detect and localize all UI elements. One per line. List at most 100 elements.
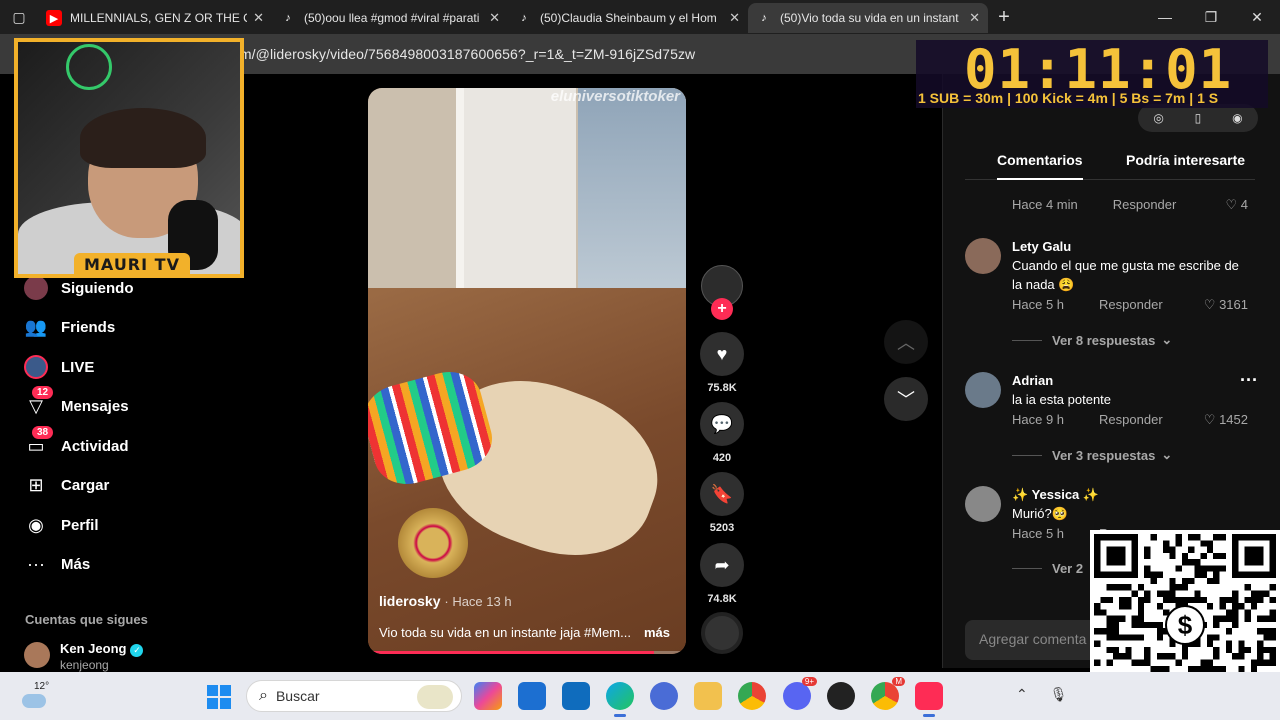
tab-actions-icon[interactable]: ▢ — [0, 0, 38, 34]
view-replies[interactable]: Ver 3 respuestas ⌄ — [1012, 447, 1172, 463]
avatar[interactable] — [965, 238, 1001, 274]
close-tab-icon[interactable]: ✕ — [253, 10, 264, 26]
video-player[interactable]: eluniversotiktoker liderosky · Hace 13 h… — [368, 88, 686, 654]
tiktok-icon: ♪ — [521, 12, 527, 24]
sidebar-item-messages[interactable]: ▽ 12 Mensajes — [24, 386, 129, 420]
subathon-timer: 01:11:01 1 SUB = 30m | 100 Kick = 4m | 5… — [916, 40, 1268, 108]
restore-icon[interactable]: ❐ — [1188, 0, 1234, 34]
outlook-icon[interactable] — [562, 682, 590, 710]
tab-title: (50)oou llea #gmod #viral #parati — [304, 11, 480, 25]
view-replies[interactable]: Ver 2 — [1012, 561, 1083, 576]
url-text[interactable]: om/@liderosky/video/7568498003187600656?… — [232, 46, 695, 62]
share-count: 74.8K — [707, 593, 737, 605]
comment-author[interactable]: Adrian — [1012, 373, 1053, 388]
panel-toolbar: ◎ ▯ ◉ — [1138, 104, 1258, 132]
comment-like[interactable]: ♡ 3161 — [1204, 297, 1248, 313]
chrome-profile-icon[interactable]: M — [871, 677, 905, 710]
copilot-icon[interactable] — [474, 682, 502, 710]
search-highlight-icon — [417, 685, 453, 709]
microphone-icon[interactable]: 🎙 — [1050, 686, 1068, 703]
video-author[interactable]: liderosky · Hace 13 h — [379, 593, 512, 609]
sidebar-item-live[interactable]: LIVE — [24, 353, 94, 381]
avatar[interactable] — [965, 486, 1001, 522]
browser-tab[interactable]: ▶ MILLENNIALS, GEN Z OR THE CA ✕ — [38, 3, 272, 33]
save-button[interactable]: 🔖 — [700, 472, 744, 516]
following-account[interactable]: Ken Jeong ✓ kenjeong — [24, 640, 144, 672]
comment-button[interactable]: 💬 — [700, 402, 744, 446]
browser-tab[interactable]: ♪ (50)Claudia Sheinbaum y el Hom ✕ — [508, 3, 748, 33]
tab-suggested[interactable]: Podría interesarte — [1126, 152, 1245, 168]
post-time: · Hace 13 h — [444, 594, 512, 609]
logo-icon — [66, 44, 112, 90]
comment-like-count: 1452 — [1219, 412, 1248, 427]
previous-video-button[interactable]: ︿ — [884, 320, 928, 364]
sidebar-item-upload[interactable]: ⊞ Cargar — [24, 471, 109, 499]
reply-button[interactable]: Responder — [1099, 297, 1163, 312]
browser-icon[interactable] — [650, 682, 678, 710]
discord-icon[interactable]: 9+ — [783, 677, 817, 710]
chevron-up-icon: ︿ — [897, 333, 915, 353]
browser-tab[interactable]: ♪ (50)oou llea #gmod #viral #parati ✕ — [272, 3, 508, 33]
chrome-icon[interactable] — [738, 682, 766, 710]
taskbar-search[interactable]: ⌕ Buscar — [246, 680, 462, 712]
sidebar-item-more[interactable]: ··· Más — [24, 550, 90, 578]
sidebar-item-label: Siguiendo — [61, 279, 134, 297]
comment-like[interactable]: ♡ 4 — [1225, 197, 1248, 213]
tiktok-icon[interactable] — [915, 682, 943, 717]
comment-like[interactable]: ♡ 1452 — [1204, 412, 1248, 428]
friends-icon: 👥 — [24, 316, 48, 337]
heart-outline-icon: ♡ — [1203, 297, 1216, 312]
video-progress-bar[interactable] — [368, 651, 686, 654]
author-name[interactable]: liderosky — [379, 593, 440, 609]
messages-badge: 12 — [32, 386, 54, 399]
video-frame — [398, 508, 468, 578]
divider — [1012, 568, 1042, 569]
compass-icon[interactable]: ◎ — [1153, 111, 1163, 125]
sidebar-item-profile[interactable]: ◉ Perfil — [24, 511, 98, 539]
next-video-button[interactable]: ﹀ — [884, 377, 928, 421]
bookmark-icon: 🔖 — [710, 483, 734, 504]
tab-comments[interactable]: Comentarios — [997, 152, 1083, 180]
edge-icon[interactable] — [606, 682, 634, 717]
follow-plus-icon[interactable]: + — [711, 298, 733, 320]
start-button[interactable] — [207, 685, 231, 709]
chevron-down-icon: ⌄ — [1161, 447, 1173, 462]
more-options-icon[interactable]: ··· — [1240, 370, 1258, 391]
sidebar-item-friends[interactable]: 👥 Friends — [24, 313, 115, 341]
obs-icon[interactable] — [827, 682, 855, 710]
share-button[interactable]: ➦ — [700, 543, 744, 587]
phone-icon[interactable]: ▯ — [1195, 111, 1202, 125]
comment-author[interactable]: Lety Galu — [1012, 239, 1071, 254]
profile-icon[interactable]: ◉ — [1232, 111, 1242, 125]
chevron-up-icon[interactable]: ⌃ — [1016, 686, 1028, 703]
close-tab-icon[interactable]: ✕ — [969, 10, 980, 26]
view-replies-label: Ver 8 respuestas — [1052, 332, 1156, 348]
close-tab-icon[interactable]: ✕ — [729, 10, 740, 26]
reply-button[interactable]: Responder — [1113, 197, 1177, 212]
panel-tabs: Comentarios Podría interesarte — [965, 144, 1255, 180]
comment-author[interactable]: ✨ Yessica ✨ — [1012, 487, 1099, 503]
chevron-down-icon: ⌄ — [1161, 332, 1173, 347]
tab-title: (50)Claudia Sheinbaum y el Hom — [540, 11, 717, 25]
sidebar-item-label: Más — [61, 555, 91, 573]
music-disc-icon[interactable] — [701, 612, 743, 654]
minimize-icon[interactable]: — — [1142, 0, 1188, 34]
new-tab-button[interactable]: + — [988, 6, 1020, 29]
reply-button[interactable]: Responder — [1099, 412, 1163, 427]
store-icon[interactable] — [518, 682, 546, 710]
avatar[interactable] — [965, 372, 1001, 408]
account-handle: kenjeong — [60, 658, 109, 672]
video-caption: Vio toda su vida en un instante jaja #Me… — [379, 625, 631, 640]
sidebar-item-activity[interactable]: ▭ 38 Actividad — [24, 426, 129, 460]
like-button[interactable]: ♥ — [700, 332, 744, 376]
sidebar-item-following[interactable]: Siguiendo — [24, 274, 134, 302]
view-replies[interactable]: Ver 8 respuestas ⌄ — [1012, 332, 1172, 348]
browser-tab-active[interactable]: ♪ (50)Vio toda su vida en un instant ✕ — [748, 3, 988, 33]
close-window-icon[interactable]: ✕ — [1234, 0, 1280, 34]
weather-widget[interactable]: 12° — [18, 680, 52, 714]
close-tab-icon[interactable]: ✕ — [489, 10, 500, 26]
caption-more-link[interactable]: más — [644, 625, 670, 640]
search-icon: ⌕ — [259, 687, 268, 704]
file-explorer-icon[interactable] — [694, 682, 722, 710]
tiktok-icon: ♪ — [285, 12, 291, 24]
